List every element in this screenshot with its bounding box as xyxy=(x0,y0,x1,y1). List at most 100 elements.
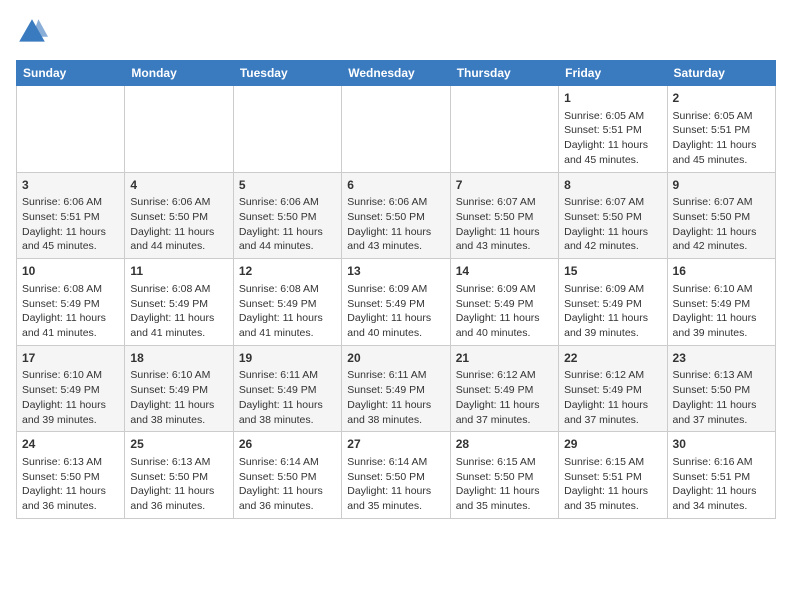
day-number: 29 xyxy=(564,436,661,453)
calendar-cell: 9Sunrise: 6:07 AMSunset: 5:50 PMDaylight… xyxy=(667,172,775,259)
day-info: Daylight: 11 hours xyxy=(22,311,119,326)
day-info: Daylight: 11 hours xyxy=(564,138,661,153)
day-info: Sunset: 5:49 PM xyxy=(347,297,444,312)
calendar-cell: 11Sunrise: 6:08 AMSunset: 5:49 PMDayligh… xyxy=(125,259,233,346)
day-number: 18 xyxy=(130,350,227,367)
day-info: Sunrise: 6:09 AM xyxy=(564,282,661,297)
day-info: Sunrise: 6:08 AM xyxy=(239,282,336,297)
day-info: and 36 minutes. xyxy=(22,499,119,514)
day-number: 8 xyxy=(564,177,661,194)
day-info: and 38 minutes. xyxy=(239,413,336,428)
calendar-cell: 10Sunrise: 6:08 AMSunset: 5:49 PMDayligh… xyxy=(17,259,125,346)
day-info: Sunrise: 6:06 AM xyxy=(130,195,227,210)
day-info: Daylight: 11 hours xyxy=(22,398,119,413)
day-info: Sunset: 5:49 PM xyxy=(239,297,336,312)
day-info: Daylight: 11 hours xyxy=(673,225,770,240)
calendar-cell: 16Sunrise: 6:10 AMSunset: 5:49 PMDayligh… xyxy=(667,259,775,346)
day-info: Sunset: 5:51 PM xyxy=(22,210,119,225)
day-info: and 40 minutes. xyxy=(456,326,553,341)
day-info: Sunrise: 6:13 AM xyxy=(130,455,227,470)
day-info: Sunset: 5:50 PM xyxy=(456,210,553,225)
day-info: and 41 minutes. xyxy=(22,326,119,341)
day-number: 16 xyxy=(673,263,770,280)
day-info: Sunset: 5:50 PM xyxy=(22,470,119,485)
weekday-header-friday: Friday xyxy=(559,61,667,86)
day-number: 2 xyxy=(673,90,770,107)
day-info: and 39 minutes. xyxy=(564,326,661,341)
calendar-cell: 12Sunrise: 6:08 AMSunset: 5:49 PMDayligh… xyxy=(233,259,341,346)
day-info: Daylight: 11 hours xyxy=(22,225,119,240)
calendar-table: SundayMondayTuesdayWednesdayThursdayFrid… xyxy=(16,60,776,519)
day-info: Sunset: 5:50 PM xyxy=(456,470,553,485)
calendar-cell: 1Sunrise: 6:05 AMSunset: 5:51 PMDaylight… xyxy=(559,86,667,173)
weekday-header-monday: Monday xyxy=(125,61,233,86)
day-info: Daylight: 11 hours xyxy=(456,484,553,499)
day-number: 3 xyxy=(22,177,119,194)
day-info: and 37 minutes. xyxy=(456,413,553,428)
day-info: Daylight: 11 hours xyxy=(130,398,227,413)
weekday-header-tuesday: Tuesday xyxy=(233,61,341,86)
day-number: 27 xyxy=(347,436,444,453)
calendar-cell: 30Sunrise: 6:16 AMSunset: 5:51 PMDayligh… xyxy=(667,432,775,519)
day-info: Daylight: 11 hours xyxy=(564,484,661,499)
day-number: 24 xyxy=(22,436,119,453)
day-info: and 34 minutes. xyxy=(673,499,770,514)
day-info: Sunrise: 6:14 AM xyxy=(347,455,444,470)
day-info: Sunrise: 6:07 AM xyxy=(456,195,553,210)
day-info: Daylight: 11 hours xyxy=(22,484,119,499)
day-info: Daylight: 11 hours xyxy=(347,225,444,240)
day-info: Sunset: 5:50 PM xyxy=(239,470,336,485)
calendar-cell: 19Sunrise: 6:11 AMSunset: 5:49 PMDayligh… xyxy=(233,345,341,432)
weekday-header-wednesday: Wednesday xyxy=(342,61,450,86)
calendar-cell xyxy=(450,86,558,173)
calendar-cell: 6Sunrise: 6:06 AMSunset: 5:50 PMDaylight… xyxy=(342,172,450,259)
day-info: Daylight: 11 hours xyxy=(347,484,444,499)
day-info: Daylight: 11 hours xyxy=(130,484,227,499)
calendar-cell: 14Sunrise: 6:09 AMSunset: 5:49 PMDayligh… xyxy=(450,259,558,346)
day-info: and 45 minutes. xyxy=(673,153,770,168)
day-number: 21 xyxy=(456,350,553,367)
day-info: and 42 minutes. xyxy=(673,239,770,254)
day-info: Sunset: 5:49 PM xyxy=(456,383,553,398)
day-number: 13 xyxy=(347,263,444,280)
day-info: Daylight: 11 hours xyxy=(564,225,661,240)
day-info: and 36 minutes. xyxy=(239,499,336,514)
weekday-header-row: SundayMondayTuesdayWednesdayThursdayFrid… xyxy=(17,61,776,86)
weekday-header-thursday: Thursday xyxy=(450,61,558,86)
calendar-cell: 3Sunrise: 6:06 AMSunset: 5:51 PMDaylight… xyxy=(17,172,125,259)
day-info: Sunset: 5:49 PM xyxy=(564,383,661,398)
day-info: Sunrise: 6:15 AM xyxy=(564,455,661,470)
day-info: Daylight: 11 hours xyxy=(673,484,770,499)
calendar-cell: 22Sunrise: 6:12 AMSunset: 5:49 PMDayligh… xyxy=(559,345,667,432)
day-info: Sunrise: 6:07 AM xyxy=(564,195,661,210)
calendar-cell: 13Sunrise: 6:09 AMSunset: 5:49 PMDayligh… xyxy=(342,259,450,346)
day-info: Sunset: 5:49 PM xyxy=(22,383,119,398)
day-info: Sunset: 5:49 PM xyxy=(239,383,336,398)
day-number: 6 xyxy=(347,177,444,194)
day-info: Sunrise: 6:09 AM xyxy=(456,282,553,297)
calendar-cell: 7Sunrise: 6:07 AMSunset: 5:50 PMDaylight… xyxy=(450,172,558,259)
day-info: Sunset: 5:50 PM xyxy=(347,210,444,225)
day-number: 20 xyxy=(347,350,444,367)
day-info: Sunrise: 6:10 AM xyxy=(22,368,119,383)
day-info: and 39 minutes. xyxy=(673,326,770,341)
day-info: Sunrise: 6:08 AM xyxy=(22,282,119,297)
day-info: Sunrise: 6:06 AM xyxy=(22,195,119,210)
day-info: Sunrise: 6:05 AM xyxy=(673,109,770,124)
day-number: 9 xyxy=(673,177,770,194)
day-info: Sunset: 5:50 PM xyxy=(130,470,227,485)
week-row-2: 3Sunrise: 6:06 AMSunset: 5:51 PMDaylight… xyxy=(17,172,776,259)
day-info: and 36 minutes. xyxy=(130,499,227,514)
day-number: 12 xyxy=(239,263,336,280)
day-info: Sunset: 5:49 PM xyxy=(347,383,444,398)
day-info: Daylight: 11 hours xyxy=(456,311,553,326)
day-info: Sunset: 5:51 PM xyxy=(673,123,770,138)
day-number: 19 xyxy=(239,350,336,367)
day-info: Daylight: 11 hours xyxy=(239,484,336,499)
day-number: 17 xyxy=(22,350,119,367)
day-info: Daylight: 11 hours xyxy=(456,398,553,413)
day-info: Daylight: 11 hours xyxy=(239,225,336,240)
calendar-cell: 4Sunrise: 6:06 AMSunset: 5:50 PMDaylight… xyxy=(125,172,233,259)
day-info: Sunset: 5:50 PM xyxy=(673,210,770,225)
day-number: 5 xyxy=(239,177,336,194)
